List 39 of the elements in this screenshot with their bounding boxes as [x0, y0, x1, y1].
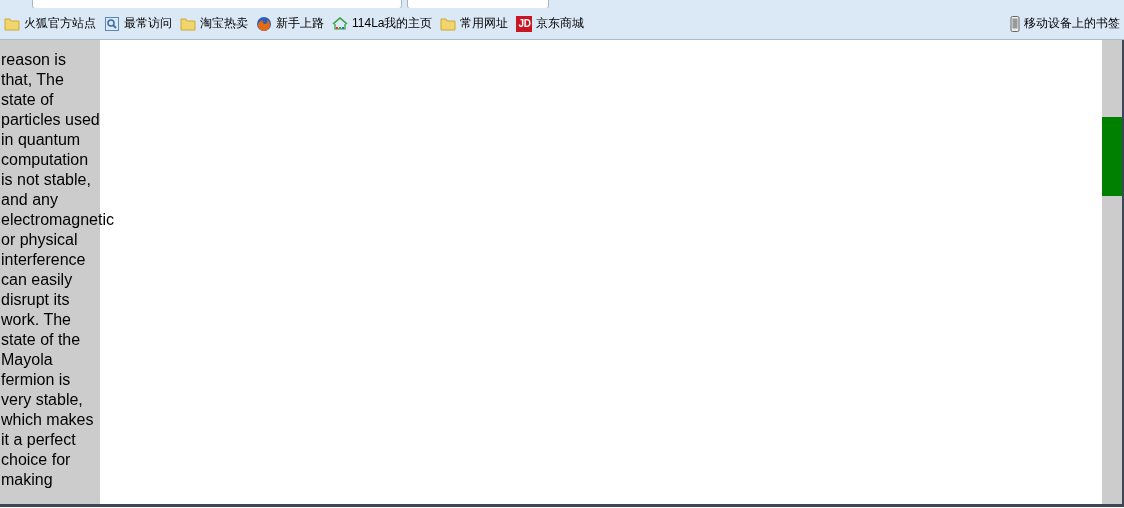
phone-icon — [1010, 15, 1020, 32]
folder-icon — [4, 15, 20, 32]
bookmark-link[interactable]: 火狐官方站点 — [24, 15, 96, 32]
folder-icon — [180, 15, 196, 32]
folder-icon — [440, 15, 457, 32]
text-line: interference — [1, 250, 86, 270]
text-line: fermion is — [1, 370, 71, 390]
text-line: electromagnetic — [1, 210, 114, 230]
text-line: in quantum — [1, 130, 81, 150]
bookmark-link[interactable]: 淘宝热卖 — [200, 15, 248, 32]
bookmark-link[interactable]: 移动设备上的书签 — [1024, 15, 1120, 32]
text-line: Mayola — [1, 350, 53, 370]
text-line: state of the — [1, 330, 81, 350]
scroll-thumb[interactable] — [1102, 117, 1122, 196]
bookmark-link[interactable]: 常用网址 — [460, 15, 509, 32]
text-line: choice for — [1, 450, 71, 470]
bookmark-link[interactable]: 新手上路 — [276, 15, 324, 32]
logo-icon: JD — [516, 15, 533, 32]
bookmark-link[interactable]: 最常访问 — [124, 15, 172, 32]
bookmark-link[interactable]: 114La我的主页 — [352, 15, 433, 32]
text-line: reason is — [1, 50, 66, 70]
text-line: and any — [1, 190, 58, 210]
text-line: computation — [1, 150, 89, 170]
firefox-icon — [256, 15, 272, 32]
text-line: very stable, — [1, 390, 83, 410]
text-line: which makes — [1, 410, 94, 430]
text-line: state of — [1, 90, 54, 110]
text-line: it a perfect — [1, 430, 76, 450]
text-line: is not stable, — [1, 170, 91, 190]
text-line: or physical — [1, 230, 78, 250]
text-line: particles used — [1, 110, 100, 130]
text-line: making — [1, 470, 53, 490]
magnifier-page-icon — [104, 15, 120, 32]
text-line: can easily — [1, 270, 73, 290]
text-line: work. The — [1, 310, 71, 330]
text-line: disrupt its — [1, 290, 70, 310]
text-line: that, The — [1, 70, 64, 90]
house-icon — [332, 15, 348, 32]
bookmark-link[interactable]: 京东商城 — [536, 15, 585, 32]
